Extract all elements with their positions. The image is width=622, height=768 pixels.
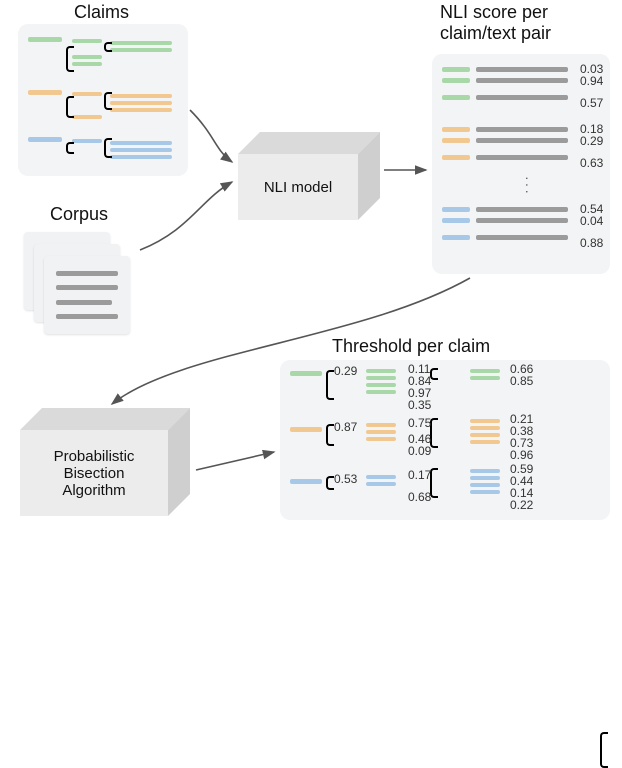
score: 0.63 — [580, 156, 603, 170]
threshold-title: Threshold per claim — [332, 336, 490, 357]
score: 0.57 — [580, 96, 603, 110]
thr: 0.35 — [408, 398, 431, 412]
score: 0.29 — [580, 134, 603, 148]
score: 0.04 — [580, 214, 603, 228]
score: 0.94 — [580, 74, 603, 88]
nli-score-title: NLI score per claim/text pair — [440, 2, 551, 43]
threshold-panel — [280, 360, 610, 520]
thr: 0.87 — [334, 420, 357, 434]
score: 0.88 — [580, 236, 603, 250]
thr: 0.09 — [408, 444, 431, 458]
thr: 0.17 — [408, 468, 431, 482]
corpus-title: Corpus — [50, 204, 108, 225]
thr: 0.75 — [408, 416, 431, 430]
thr: 0.22 — [510, 498, 533, 512]
nli-model-label: NLI model — [264, 179, 332, 196]
thr: 0.53 — [334, 472, 357, 486]
thr: 0.68 — [408, 490, 431, 504]
thr: 0.29 — [334, 364, 357, 378]
claims-panel — [18, 24, 188, 176]
claims-title: Claims — [74, 2, 129, 23]
thr: 0.96 — [510, 448, 533, 462]
pba-label: Probabilistic Bisection Algorithm — [54, 448, 135, 499]
thr: 0.85 — [510, 374, 533, 388]
ellipsis-icon: ··· — [520, 176, 536, 196]
